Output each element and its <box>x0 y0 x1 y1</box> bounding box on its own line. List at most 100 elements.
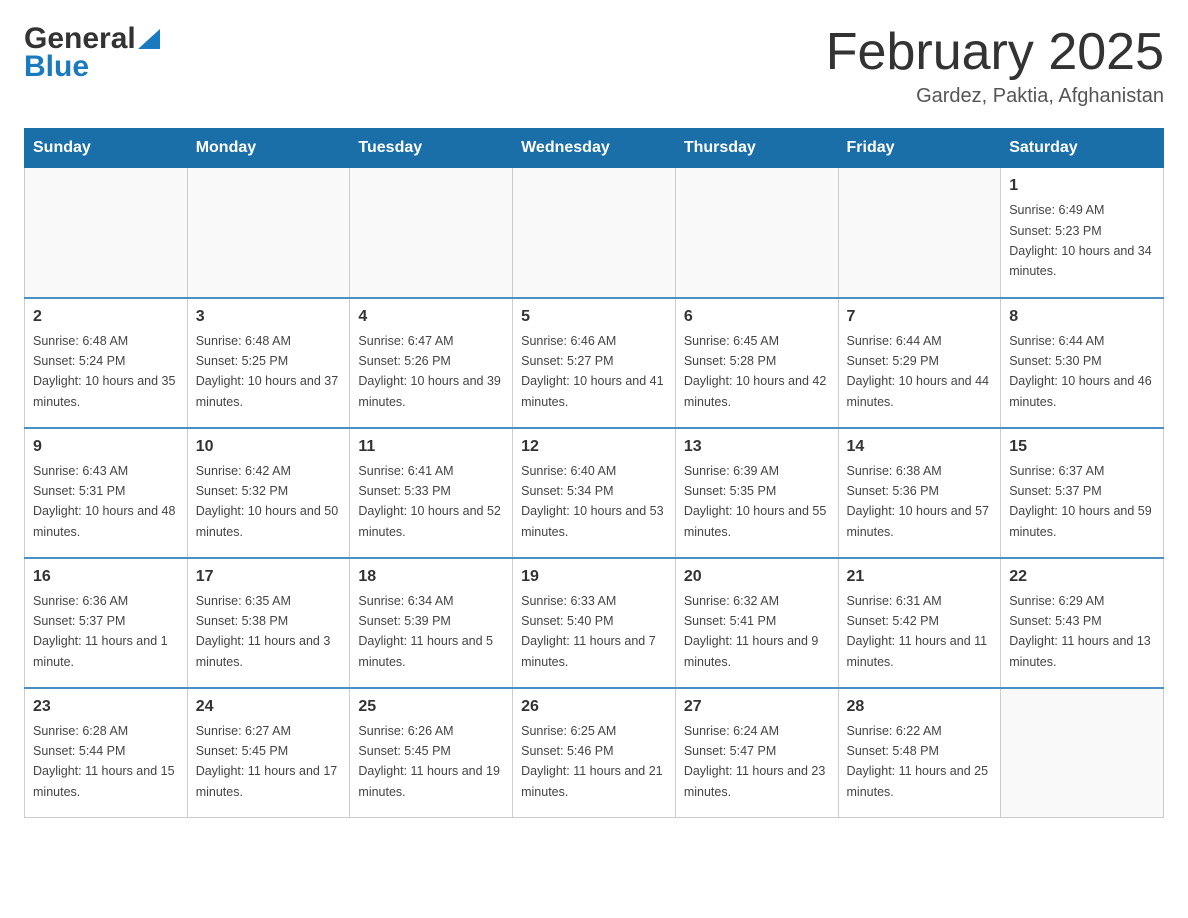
day-info: Sunrise: 6:37 AM Sunset: 5:37 PM Dayligh… <box>1009 464 1151 539</box>
day-number: 17 <box>196 565 342 589</box>
day-number: 13 <box>684 435 830 459</box>
calendar-table: SundayMondayTuesdayWednesdayThursdayFrid… <box>24 128 1164 818</box>
day-number: 27 <box>684 695 830 719</box>
title-block: February 2025 Gardez, Paktia, Afghanista… <box>826 24 1164 108</box>
day-info: Sunrise: 6:38 AM Sunset: 5:36 PM Dayligh… <box>847 464 989 539</box>
day-info: Sunrise: 6:48 AM Sunset: 5:25 PM Dayligh… <box>196 334 338 409</box>
day-info: Sunrise: 6:27 AM Sunset: 5:45 PM Dayligh… <box>196 724 338 799</box>
day-number: 18 <box>358 565 504 589</box>
day-info: Sunrise: 6:49 AM Sunset: 5:23 PM Dayligh… <box>1009 203 1151 278</box>
day-info: Sunrise: 6:43 AM Sunset: 5:31 PM Dayligh… <box>33 464 175 539</box>
calendar-cell: 6 Sunrise: 6:45 AM Sunset: 5:28 PM Daylig… <box>675 298 838 428</box>
day-number: 25 <box>358 695 504 719</box>
calendar-cell: 14 Sunrise: 6:38 AM Sunset: 5:36 PM Dayli… <box>838 428 1001 558</box>
day-number: 15 <box>1009 435 1155 459</box>
calendar-cell: 9 Sunrise: 6:43 AM Sunset: 5:31 PM Daylig… <box>25 428 188 558</box>
calendar-cell <box>187 168 350 298</box>
day-info: Sunrise: 6:22 AM Sunset: 5:48 PM Dayligh… <box>847 724 989 799</box>
header-day-friday: Friday <box>838 129 1001 168</box>
day-info: Sunrise: 6:44 AM Sunset: 5:30 PM Dayligh… <box>1009 334 1151 409</box>
day-number: 9 <box>33 435 179 459</box>
day-info: Sunrise: 6:33 AM Sunset: 5:40 PM Dayligh… <box>521 594 656 669</box>
day-number: 1 <box>1009 174 1155 198</box>
month-title: February 2025 <box>826 24 1164 81</box>
calendar-cell <box>350 168 513 298</box>
day-info: Sunrise: 6:36 AM Sunset: 5:37 PM Dayligh… <box>33 594 168 669</box>
header-row: SundayMondayTuesdayWednesdayThursdayFrid… <box>25 129 1164 168</box>
day-number: 3 <box>196 305 342 329</box>
page-header: General Blue February 2025 Gardez, Pakti… <box>24 24 1164 108</box>
day-number: 21 <box>847 565 993 589</box>
week-row-4: 16 Sunrise: 6:36 AM Sunset: 5:37 PM Dayli… <box>25 558 1164 688</box>
calendar-cell: 10Sunrise: 6:42 AM Sunset: 5:32 PM Dayli… <box>187 428 350 558</box>
header-day-monday: Monday <box>187 129 350 168</box>
day-number: 11 <box>358 435 504 459</box>
day-info: Sunrise: 6:26 AM Sunset: 5:45 PM Dayligh… <box>358 724 500 799</box>
day-info: Sunrise: 6:39 AM Sunset: 5:35 PM Dayligh… <box>684 464 826 539</box>
calendar-cell: 17 Sunrise: 6:35 AM Sunset: 5:38 PM Dayli… <box>187 558 350 688</box>
day-number: 22 <box>1009 565 1155 589</box>
calendar-cell: 24Sunrise: 6:27 AM Sunset: 5:45 PM Dayli… <box>187 688 350 818</box>
day-number: 23 <box>33 695 179 719</box>
header-day-saturday: Saturday <box>1001 129 1164 168</box>
day-number: 2 <box>33 305 179 329</box>
calendar-cell: 21Sunrise: 6:31 AM Sunset: 5:42 PM Dayli… <box>838 558 1001 688</box>
calendar-cell: 1 Sunrise: 6:49 AM Sunset: 5:23 PM Daylig… <box>1001 168 1164 298</box>
day-info: Sunrise: 6:48 AM Sunset: 5:24 PM Dayligh… <box>33 334 175 409</box>
day-number: 4 <box>358 305 504 329</box>
day-number: 14 <box>847 435 993 459</box>
day-number: 20 <box>684 565 830 589</box>
day-number: 19 <box>521 565 667 589</box>
week-row-5: 23 Sunrise: 6:28 AM Sunset: 5:44 PM Dayli… <box>25 688 1164 818</box>
calendar-cell: 16 Sunrise: 6:36 AM Sunset: 5:37 PM Dayli… <box>25 558 188 688</box>
day-info: Sunrise: 6:40 AM Sunset: 5:34 PM Dayligh… <box>521 464 663 539</box>
logo: General Blue <box>24 24 160 84</box>
calendar-cell: 8 Sunrise: 6:44 AM Sunset: 5:30 PM Daylig… <box>1001 298 1164 428</box>
day-info: Sunrise: 6:28 AM Sunset: 5:44 PM Dayligh… <box>33 724 175 799</box>
day-info: Sunrise: 6:47 AM Sunset: 5:26 PM Dayligh… <box>358 334 500 409</box>
calendar-cell <box>838 168 1001 298</box>
day-number: 7 <box>847 305 993 329</box>
day-number: 8 <box>1009 305 1155 329</box>
calendar-cell <box>25 168 188 298</box>
day-info: Sunrise: 6:25 AM Sunset: 5:46 PM Dayligh… <box>521 724 663 799</box>
calendar-cell: 25 Sunrise: 6:26 AM Sunset: 5:45 PM Dayli… <box>350 688 513 818</box>
calendar-cell: 20Sunrise: 6:32 AM Sunset: 5:41 PM Dayli… <box>675 558 838 688</box>
header-day-thursday: Thursday <box>675 129 838 168</box>
calendar-cell: 19 Sunrise: 6:33 AM Sunset: 5:40 PM Dayli… <box>513 558 676 688</box>
calendar-cell: 28 Sunrise: 6:22 AM Sunset: 5:48 PM Dayli… <box>838 688 1001 818</box>
calendar-cell: 22 Sunrise: 6:29 AM Sunset: 5:43 PM Dayli… <box>1001 558 1164 688</box>
calendar-cell: 11 Sunrise: 6:41 AM Sunset: 5:33 PM Dayli… <box>350 428 513 558</box>
logo-blue-text: Blue <box>24 50 89 84</box>
day-info: Sunrise: 6:24 AM Sunset: 5:47 PM Dayligh… <box>684 724 826 799</box>
day-info: Sunrise: 6:44 AM Sunset: 5:29 PM Dayligh… <box>847 334 989 409</box>
day-info: Sunrise: 6:29 AM Sunset: 5:43 PM Dayligh… <box>1009 594 1151 669</box>
calendar-body: 1 Sunrise: 6:49 AM Sunset: 5:23 PM Daylig… <box>25 168 1164 818</box>
calendar-cell: 27 Sunrise: 6:24 AM Sunset: 5:47 PM Dayli… <box>675 688 838 818</box>
day-info: Sunrise: 6:35 AM Sunset: 5:38 PM Dayligh… <box>196 594 331 669</box>
location-title: Gardez, Paktia, Afghanistan <box>826 85 1164 108</box>
day-number: 28 <box>847 695 993 719</box>
day-number: 6 <box>684 305 830 329</box>
calendar-cell: 13 Sunrise: 6:39 AM Sunset: 5:35 PM Dayli… <box>675 428 838 558</box>
calendar-cell: 7 Sunrise: 6:44 AM Sunset: 5:29 PM Daylig… <box>838 298 1001 428</box>
calendar-cell: 4 Sunrise: 6:47 AM Sunset: 5:26 PM Daylig… <box>350 298 513 428</box>
day-info: Sunrise: 6:41 AM Sunset: 5:33 PM Dayligh… <box>358 464 500 539</box>
header-day-wednesday: Wednesday <box>513 129 676 168</box>
calendar-cell: 15 Sunrise: 6:37 AM Sunset: 5:37 PM Dayli… <box>1001 428 1164 558</box>
calendar-cell: 2 Sunrise: 6:48 AM Sunset: 5:24 PM Daylig… <box>25 298 188 428</box>
day-number: 12 <box>521 435 667 459</box>
calendar-cell: 12 Sunrise: 6:40 AM Sunset: 5:34 PM Dayli… <box>513 428 676 558</box>
calendar-cell <box>513 168 676 298</box>
day-number: 16 <box>33 565 179 589</box>
day-info: Sunrise: 6:34 AM Sunset: 5:39 PM Dayligh… <box>358 594 493 669</box>
header-day-tuesday: Tuesday <box>350 129 513 168</box>
week-row-3: 9 Sunrise: 6:43 AM Sunset: 5:31 PM Daylig… <box>25 428 1164 558</box>
calendar-cell <box>675 168 838 298</box>
day-info: Sunrise: 6:42 AM Sunset: 5:32 PM Dayligh… <box>196 464 338 539</box>
day-number: 26 <box>521 695 667 719</box>
calendar-header: SundayMondayTuesdayWednesdayThursdayFrid… <box>25 129 1164 168</box>
calendar-cell: 3 Sunrise: 6:48 AM Sunset: 5:25 PM Daylig… <box>187 298 350 428</box>
header-day-sunday: Sunday <box>25 129 188 168</box>
day-info: Sunrise: 6:45 AM Sunset: 5:28 PM Dayligh… <box>684 334 826 409</box>
